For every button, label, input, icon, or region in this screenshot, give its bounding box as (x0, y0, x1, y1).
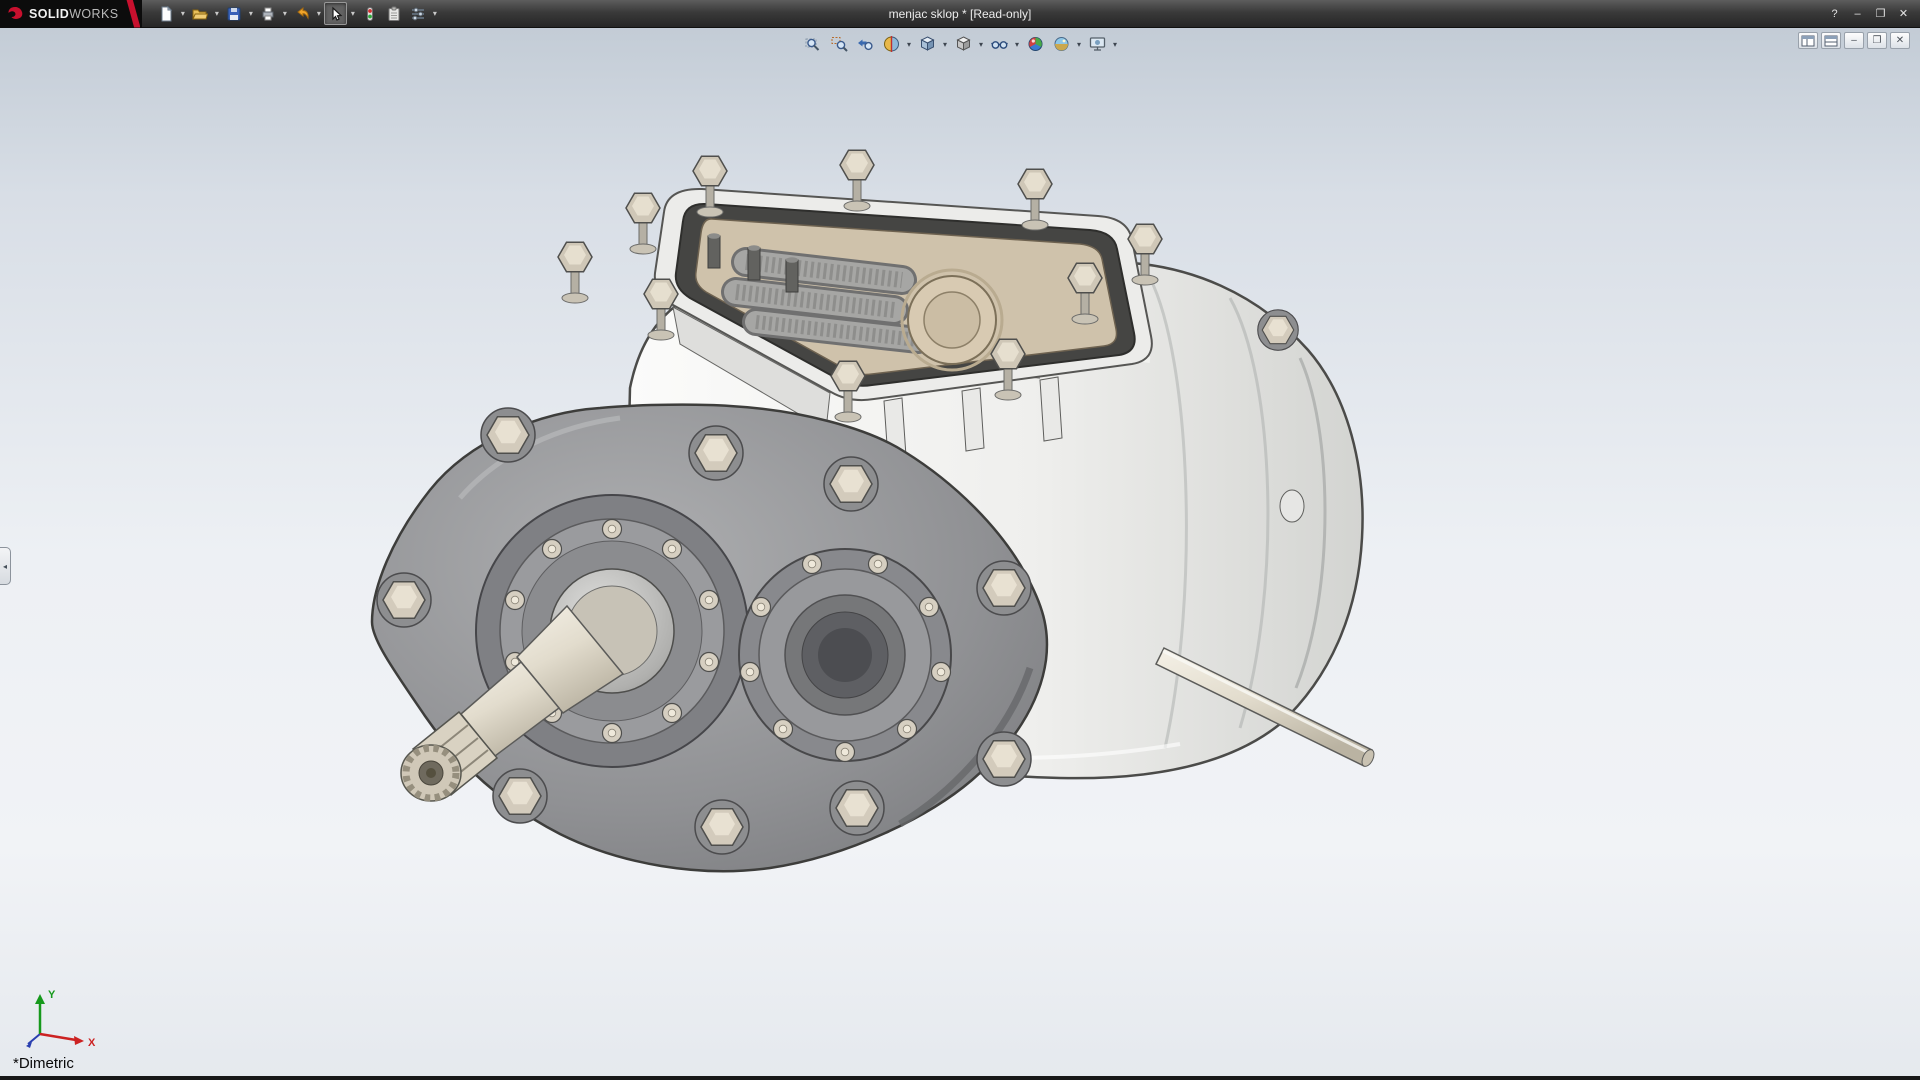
minimize-button[interactable]: – (1847, 5, 1868, 23)
print-icon (260, 6, 276, 22)
new-document-button[interactable] (154, 2, 177, 25)
model-right-bearing[interactable] (739, 549, 951, 762)
apply-scene-button[interactable] (1049, 33, 1074, 55)
save-button[interactable] (222, 2, 245, 25)
document-window-controls: – ❐ ✕ (1798, 32, 1910, 49)
pane-layout-button[interactable] (1798, 32, 1818, 49)
view-settings-icon (1088, 35, 1106, 53)
viewport-layout-button[interactable] (1821, 32, 1841, 49)
undo-button[interactable] (290, 2, 313, 25)
window-bottom-edge (0, 1076, 1920, 1080)
print-button[interactable] (256, 2, 279, 25)
previous-view-button[interactable] (853, 33, 878, 55)
previous-view-icon (856, 35, 874, 53)
titlebar: SOLIDWORKS ▾ ▾ (0, 0, 1920, 28)
open-dropdown-arrow[interactable]: ▾ (212, 2, 221, 25)
graphics-area[interactable]: ▾ ▾ ▾ (0, 28, 1920, 1080)
zoom-to-area-button[interactable] (827, 33, 852, 55)
zoom-to-fit-icon (804, 35, 822, 53)
hide-show-glasses-icon (990, 35, 1008, 53)
undo-icon (294, 6, 310, 22)
section-view-button[interactable] (879, 33, 904, 55)
select-tool-button[interactable] (324, 2, 347, 25)
display-style-cube-icon (954, 35, 972, 53)
window-controls: ? – ❐ ✕ (1824, 5, 1920, 23)
save-icon (226, 6, 242, 22)
window-title: menjac sklop * [Read-only] (889, 0, 1032, 28)
pane-layout-icon (1801, 35, 1815, 47)
edit-appearance-ball-icon (1026, 35, 1044, 53)
help-button[interactable]: ? (1824, 5, 1845, 23)
model-internal-gears[interactable] (736, 262, 918, 340)
gearbox-model[interactable] (0, 28, 1920, 1080)
doc-restore-button[interactable]: ❐ (1867, 32, 1887, 49)
section-view-dropdown-arrow[interactable]: ▾ (905, 40, 914, 49)
brand-red-wedge (126, 0, 140, 28)
print-dropdown-arrow[interactable]: ▾ (280, 2, 289, 25)
hide-show-dropdown-arrow[interactable]: ▾ (1013, 40, 1022, 49)
maximize-restore-button[interactable]: ❐ (1870, 5, 1891, 23)
zoom-to-fit-button[interactable] (801, 33, 826, 55)
view-settings-dropdown-arrow[interactable]: ▾ (1111, 40, 1120, 49)
new-dropdown-arrow[interactable]: ▾ (178, 2, 187, 25)
zoom-to-area-icon (830, 35, 848, 53)
display-style-button[interactable] (951, 33, 976, 55)
rebuild-button[interactable] (358, 2, 381, 25)
edit-appearance-button[interactable] (1023, 33, 1048, 55)
rebuild-traffic-light-icon (362, 6, 378, 22)
save-dropdown-arrow[interactable]: ▾ (246, 2, 255, 25)
open-folder-icon (192, 6, 208, 22)
view-orientation-dropdown-arrow[interactable]: ▾ (941, 40, 950, 49)
ds-logo-icon (7, 6, 24, 21)
standard-toolbar: ▾ ▾ ▾ (154, 2, 439, 25)
viewport-layout-icon (1824, 35, 1838, 47)
view-orientation-label: *Dimetric (13, 1055, 74, 1072)
orientation-triad[interactable]: Y X (18, 982, 114, 1054)
brand-prefix: SOLID (29, 7, 69, 21)
doc-minimize-button[interactable]: – (1844, 32, 1864, 49)
apply-scene-dropdown-arrow[interactable]: ▾ (1075, 40, 1084, 49)
apply-scene-ball-icon (1052, 35, 1070, 53)
triad-y-label: Y (48, 989, 56, 1001)
hide-show-items-button[interactable] (987, 33, 1012, 55)
heads-up-view-toolbar: ▾ ▾ ▾ (801, 33, 1120, 55)
close-button[interactable]: ✕ (1893, 5, 1914, 23)
file-properties-button[interactable] (382, 2, 405, 25)
collapse-arrow-icon: ◂ (3, 562, 7, 571)
select-dropdown-arrow[interactable]: ▾ (348, 2, 357, 25)
view-settings-button[interactable] (1085, 33, 1110, 55)
brand-suffix: WORKS (69, 7, 118, 21)
open-document-button[interactable] (188, 2, 211, 25)
view-orientation-cube-icon (918, 35, 936, 53)
new-document-icon (158, 6, 174, 22)
triad-x-label: X (88, 1037, 96, 1049)
options-dropdown-arrow[interactable]: ▾ (430, 2, 439, 25)
undo-dropdown-arrow[interactable]: ▾ (314, 2, 323, 25)
options-sliders-icon (410, 6, 426, 22)
featuremanager-collapse-tab[interactable]: ◂ (0, 547, 11, 585)
section-view-icon (882, 35, 900, 53)
view-orientation-button[interactable] (915, 33, 940, 55)
file-properties-icon (386, 6, 402, 22)
solidworks-window: SOLIDWORKS ▾ ▾ (0, 0, 1920, 1080)
doc-close-button[interactable]: ✕ (1890, 32, 1910, 49)
solidworks-brand: SOLIDWORKS (0, 0, 142, 28)
select-cursor-icon (328, 6, 344, 22)
options-button[interactable] (406, 2, 429, 25)
display-style-dropdown-arrow[interactable]: ▾ (977, 40, 986, 49)
